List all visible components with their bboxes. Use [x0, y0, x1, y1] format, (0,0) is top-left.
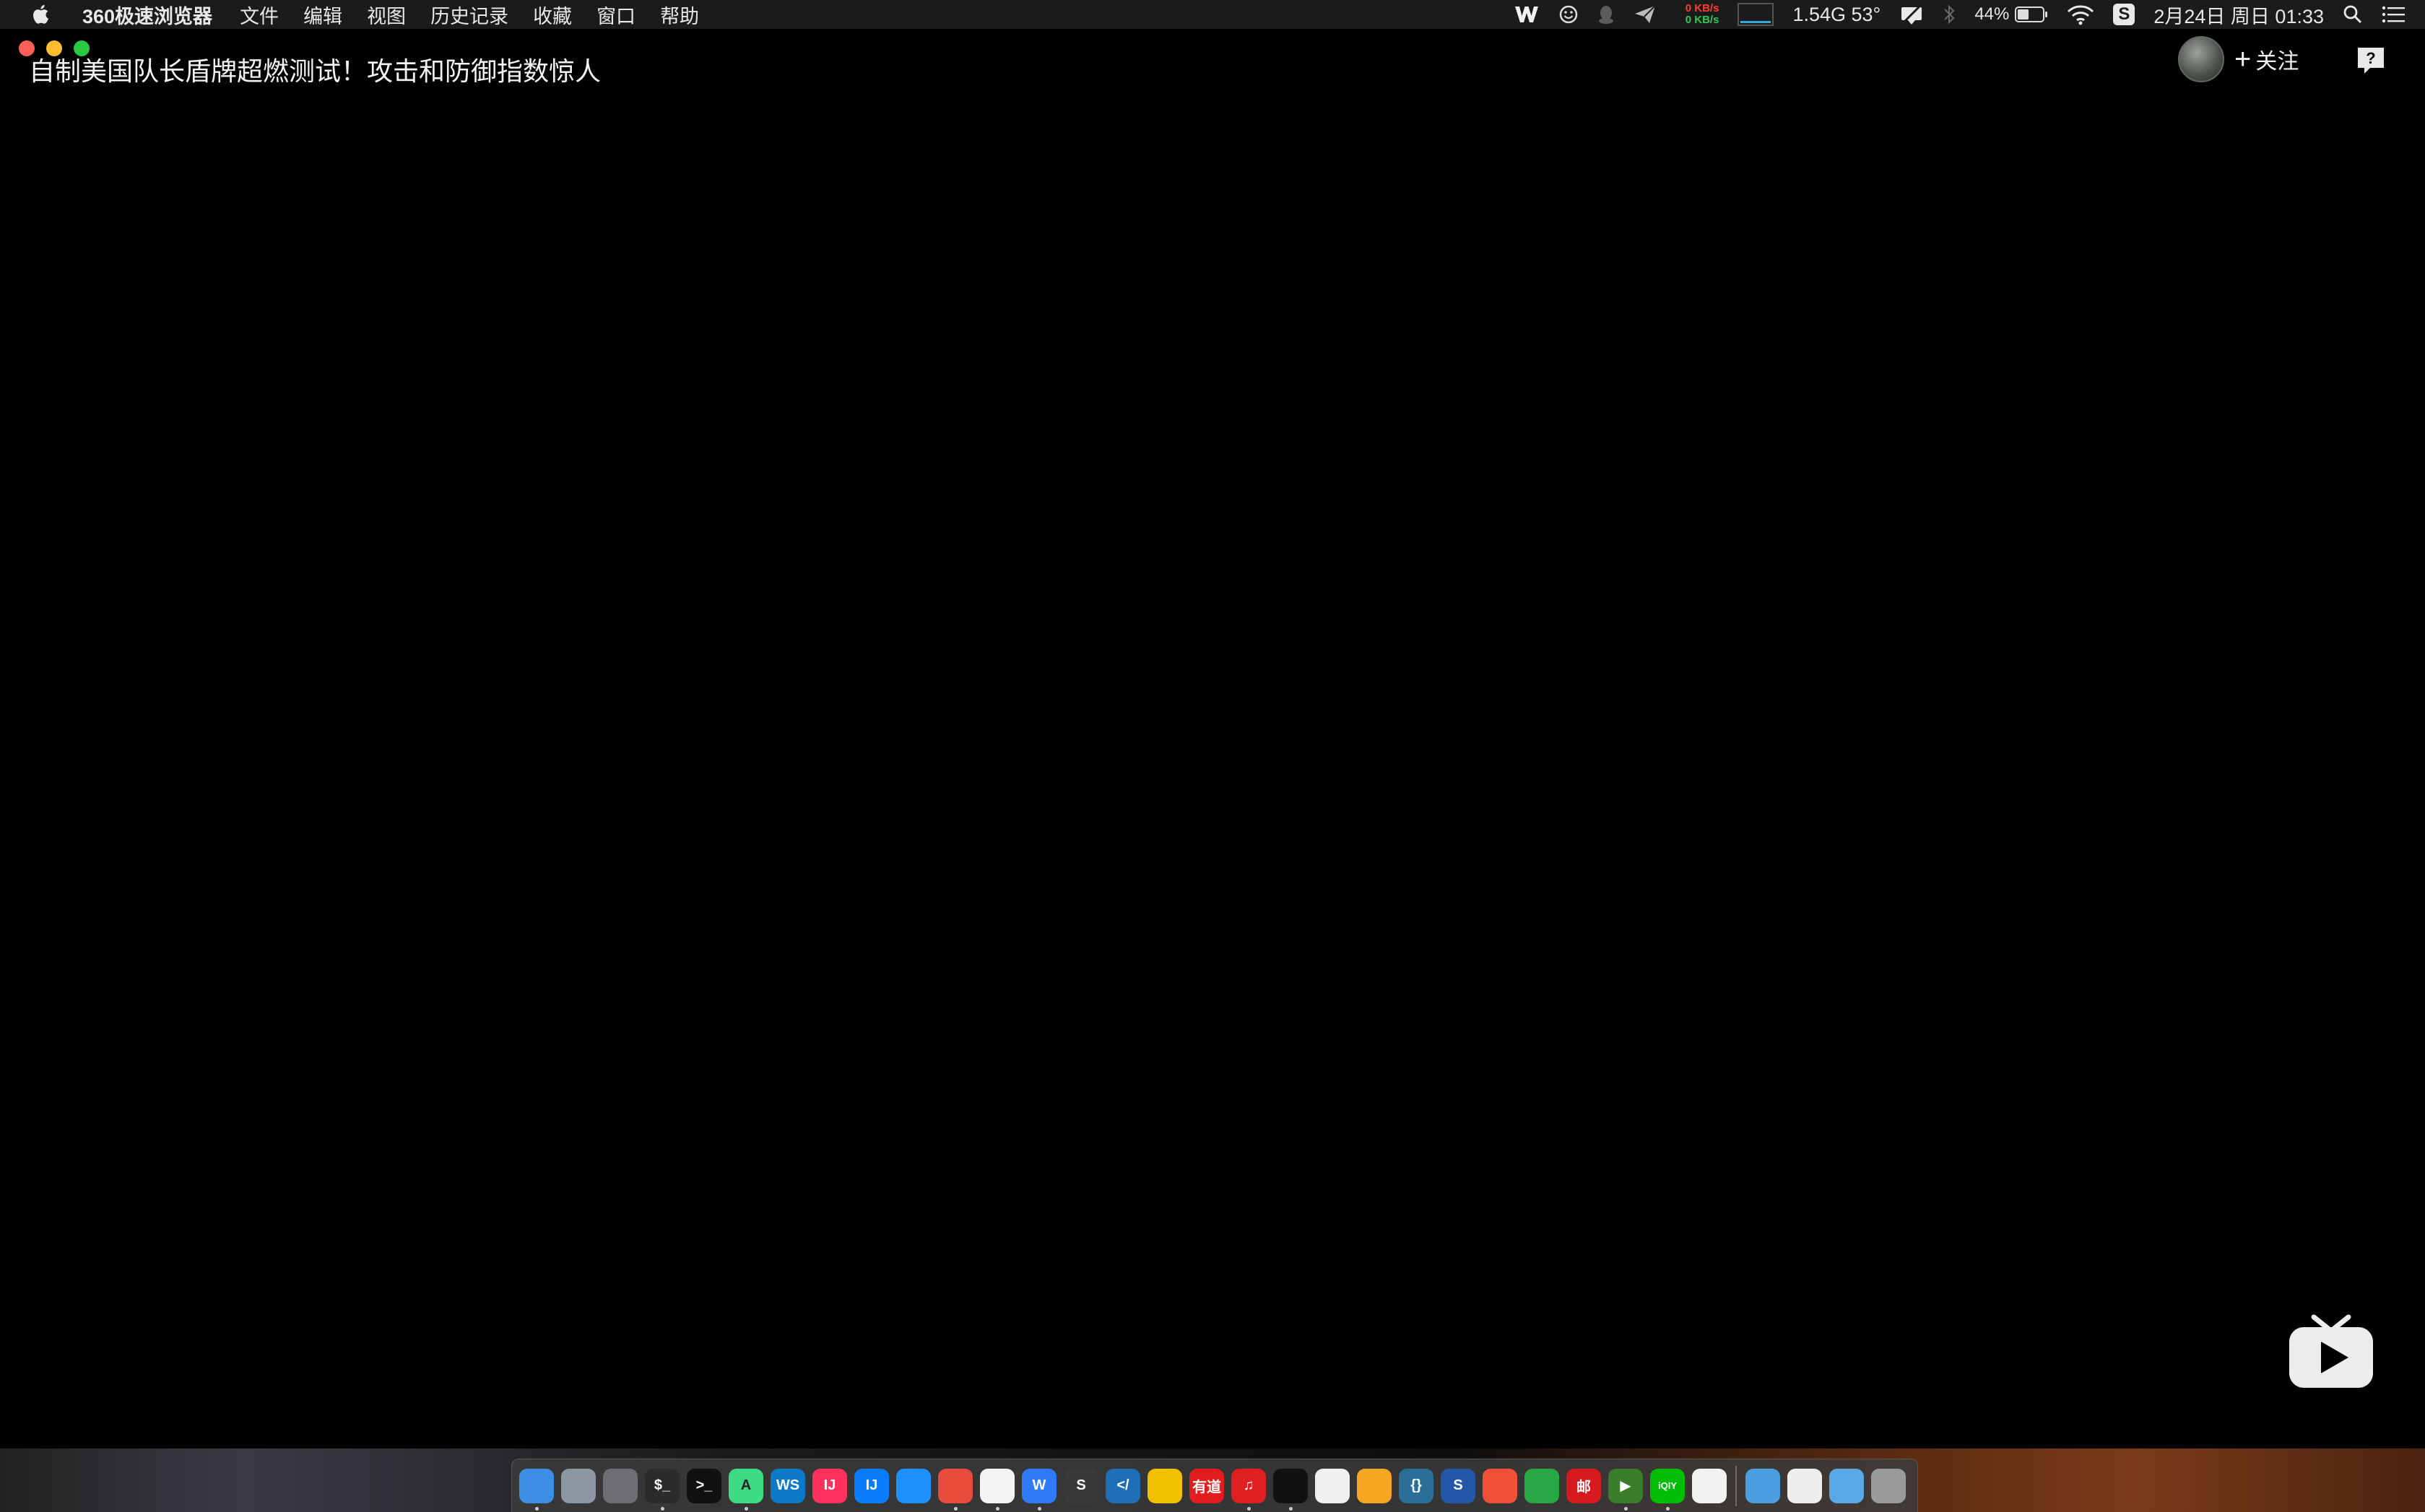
- dock-intellij-idea-ce-icon[interactable]: IJ: [854, 1468, 889, 1503]
- dock-qq-icon[interactable]: [1273, 1468, 1308, 1511]
- menu-bookmarks[interactable]: 收藏: [533, 1, 572, 29]
- menu-file[interactable]: 文件: [240, 1, 279, 29]
- notification-mute-icon[interactable]: [1899, 4, 1924, 25]
- menu-history[interactable]: 历史记录: [430, 1, 508, 29]
- follow-button[interactable]: + 关注: [2234, 43, 2299, 75]
- dock-notes-pen-icon[interactable]: [1357, 1468, 1392, 1503]
- bluetooth-icon[interactable]: [1943, 4, 1956, 25]
- apple-icon[interactable]: [29, 3, 51, 26]
- help-icon[interactable]: ?: [2356, 46, 2386, 75]
- menu-view[interactable]: 视图: [367, 1, 406, 29]
- wps-tray-icon[interactable]: [1514, 4, 1540, 25]
- follow-label: 关注: [2255, 50, 2299, 74]
- notification-center-icon[interactable]: [2382, 5, 2406, 24]
- dock-safari-icon[interactable]: [896, 1468, 931, 1503]
- dock-swift-playground-icon[interactable]: [1483, 1468, 1517, 1503]
- dock-json-editor-icon[interactable]: {}: [1399, 1468, 1433, 1503]
- dock-documents-icon[interactable]: [1787, 1468, 1822, 1503]
- network-down-text: 0 KB/s: [1685, 14, 1719, 26]
- dock-baidu-netdisk-icon[interactable]: [1692, 1468, 1727, 1503]
- dock-sublime-text-icon[interactable]: S: [1064, 1468, 1098, 1503]
- battery-status[interactable]: 44%: [1974, 4, 2048, 25]
- dock-wps-writer-icon[interactable]: W: [1022, 1468, 1057, 1511]
- dock-webstorm-icon[interactable]: WS: [771, 1468, 805, 1503]
- menu-help[interactable]: 帮助: [660, 1, 699, 29]
- send-tray-icon[interactable]: [1634, 4, 1657, 25]
- menu-edit[interactable]: 编辑: [303, 1, 342, 29]
- cpu-graph-icon[interactable]: [1738, 3, 1774, 26]
- dock-tencent-video-icon[interactable]: ▶: [1608, 1468, 1643, 1511]
- dock-separator: [1735, 1465, 1737, 1506]
- uploader-follow: + 关注: [2178, 36, 2299, 82]
- dock-launchpad-icon[interactable]: [561, 1468, 596, 1503]
- sogou-input-icon[interactable]: S: [2113, 4, 2135, 25]
- dock-chrome-icon[interactable]: [980, 1468, 1015, 1511]
- dock-youdao-dict-icon[interactable]: 有道: [1189, 1468, 1224, 1503]
- dock-intellij-idea-icon[interactable]: IJ: [812, 1468, 847, 1503]
- dock-netease-mail-icon[interactable]: 邮: [1566, 1468, 1601, 1503]
- wifi-icon[interactable]: [2067, 4, 2094, 25]
- dock-netease-music-icon[interactable]: ♫: [1231, 1468, 1266, 1511]
- menubar: 360极速浏览器 文件 编辑 视图 历史记录 收藏 窗口 帮助 0 KB/s 0…: [0, 0, 2425, 29]
- clock-text[interactable]: 2月24日 周日 01:33: [2153, 1, 2324, 29]
- dock-app-store-folder-icon[interactable]: [1745, 1468, 1780, 1503]
- svg-text:?: ?: [2366, 49, 2375, 67]
- dock-activity-terminal-icon[interactable]: $_: [645, 1468, 680, 1511]
- battery-icon: [2015, 6, 2048, 22]
- dock-sourcetree-icon[interactable]: S: [1441, 1468, 1475, 1503]
- dock-sogou-icon[interactable]: [1148, 1468, 1182, 1503]
- tv-play-icon[interactable]: [2286, 1314, 2376, 1392]
- dock-android-studio-icon[interactable]: A: [729, 1468, 763, 1511]
- video-title: 自制美国队长盾牌超燃测试！攻击和防御指数惊人: [29, 56, 602, 86]
- dock: $_ >_ A WS IJ IJ W S </有道 ♫{} S 邮 ▶ iQIY: [511, 1459, 1918, 1512]
- spotlight-search-icon[interactable]: [2343, 4, 2363, 25]
- qq-tray-icon[interactable]: [1597, 4, 1615, 25]
- uploader-avatar[interactable]: [2178, 36, 2224, 82]
- menu-app-name[interactable]: 360极速浏览器: [82, 1, 212, 29]
- dock-terminal-icon[interactable]: >_: [687, 1468, 721, 1503]
- dock-vscode-icon[interactable]: </: [1106, 1468, 1140, 1503]
- dock-finder-icon[interactable]: [519, 1468, 554, 1511]
- plus-icon: +: [2234, 43, 2252, 75]
- dock-system-preferences-icon[interactable]: [603, 1468, 638, 1503]
- dock-iqiyi-icon[interactable]: iQIY: [1650, 1468, 1685, 1511]
- emoji-tray-icon[interactable]: [1558, 4, 1579, 25]
- dock-trash-icon[interactable]: [1871, 1468, 1906, 1503]
- dock-telegram-icon[interactable]: [1524, 1468, 1559, 1503]
- dock-360-browser-icon[interactable]: [938, 1468, 973, 1511]
- battery-percent: 44%: [1974, 4, 2010, 24]
- network-speed[interactable]: 0 KB/s 0 KB/s: [1686, 3, 1719, 26]
- network-up-text: 0 KB/s: [1685, 2, 1719, 14]
- dock-wechat-icon[interactable]: [1315, 1468, 1350, 1503]
- menu-window[interactable]: 窗口: [597, 1, 635, 29]
- dock-downloads-folder-icon[interactable]: [1829, 1468, 1864, 1503]
- memory-temp-text[interactable]: 1.54G 53°: [1792, 4, 1880, 26]
